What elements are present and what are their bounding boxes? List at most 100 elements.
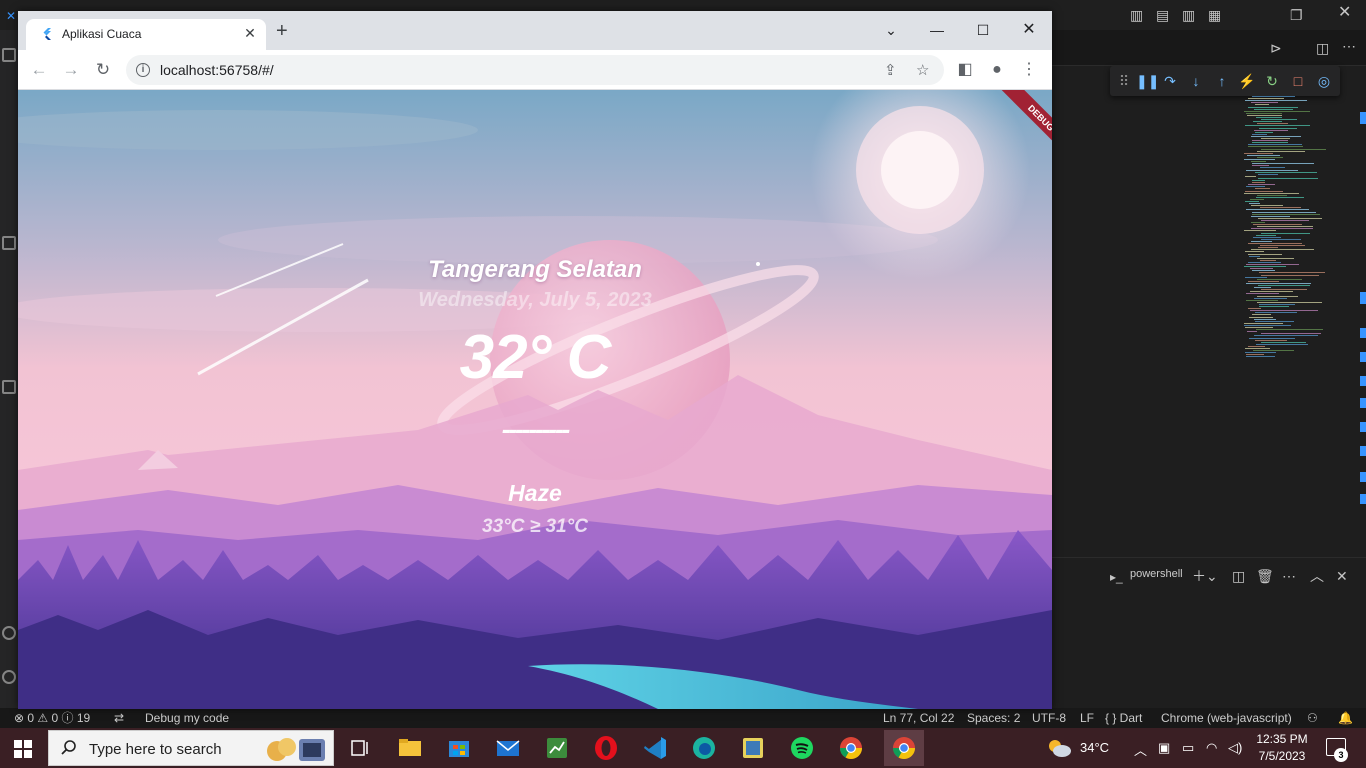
profile-icon[interactable]: ● <box>986 59 1008 81</box>
toggle-panel-icon[interactable]: ▤ <box>1156 7 1169 23</box>
mail-icon[interactable] <box>492 732 524 764</box>
taskview-icon[interactable] <box>344 732 376 764</box>
close-tab-icon[interactable]: ✕ <box>242 25 258 42</box>
chrome-icon[interactable] <box>884 730 924 766</box>
remote-explorer-icon[interactable] <box>2 380 16 394</box>
device-selector[interactable]: Chrome (web-javascript) <box>1161 711 1292 725</box>
meet-icon[interactable]: ▣ <box>1158 740 1170 756</box>
minimize-icon[interactable]: — <box>914 17 960 43</box>
language-mode[interactable]: { } Dart <box>1105 711 1142 725</box>
restart-icon[interactable]: ↻ <box>1264 73 1280 89</box>
restore-icon[interactable]: ❐ <box>1290 7 1303 23</box>
store-icon[interactable] <box>443 732 475 764</box>
url-text[interactable]: localhost:56758/#/ <box>160 62 274 78</box>
windows-start-icon[interactable] <box>14 740 32 758</box>
notification-count: 3 <box>1334 748 1348 762</box>
explorer-icon[interactable] <box>2 48 16 62</box>
toggle-secondary-sidebar-icon[interactable]: ▥ <box>1182 7 1195 23</box>
maximize-panel-icon[interactable]: ︿ <box>1310 568 1324 584</box>
minimap-line <box>1251 102 1278 104</box>
cursor-position[interactable]: Ln 77, Col 22 <box>883 711 954 725</box>
close-window-icon[interactable]: ✕ <box>1006 17 1052 43</box>
indentation[interactable]: Spaces: 2 <box>967 711 1020 725</box>
vscode-icon[interactable] <box>639 732 671 764</box>
terminal-tab-label[interactable]: powershell <box>1130 568 1183 580</box>
app-icon[interactable] <box>541 732 573 764</box>
minimap-line <box>1246 169 1298 171</box>
toggle-sidebar-icon[interactable]: ▥ <box>1130 7 1143 23</box>
minimap-line <box>1261 232 1310 234</box>
new-tab-button[interactable]: + <box>276 21 288 41</box>
step-over-icon[interactable]: ↷ <box>1162 73 1178 89</box>
opera-icon[interactable] <box>590 732 622 764</box>
sidepanel-icon[interactable]: ◧ <box>954 59 976 81</box>
spotify-icon[interactable] <box>786 732 818 764</box>
minimap-line <box>1261 219 1309 221</box>
tray-temperature[interactable]: 34°C <box>1080 740 1109 755</box>
back-icon[interactable]: ← <box>28 59 50 81</box>
app-icon[interactable] <box>737 732 769 764</box>
minimap-line <box>1256 117 1282 118</box>
accounts-icon[interactable]: ⚇ <box>1307 711 1318 725</box>
problems-indicator[interactable]: ⊗ 0 ⚠ 0 ⓘ 19 <box>14 711 90 725</box>
minimap-line <box>1251 215 1290 217</box>
maximize-icon[interactable]: ☐ <box>960 17 1006 43</box>
hot-reload-icon[interactable]: ⚡ <box>1238 73 1255 89</box>
close-icon[interactable]: ✕ <box>1338 5 1351 21</box>
wifi-icon[interactable]: ◠ <box>1206 740 1217 756</box>
customize-layout-icon[interactable]: ▦ <box>1208 7 1221 23</box>
step-out-icon[interactable]: ↑ <box>1214 73 1230 89</box>
minimap-line <box>1254 287 1271 289</box>
weather-condition: Haze <box>508 480 562 506</box>
file-explorer-icon[interactable] <box>394 732 426 764</box>
browser-tab[interactable]: Aplikasi Cuaca ✕ <box>26 19 266 50</box>
extensions-icon[interactable] <box>2 236 16 250</box>
eol[interactable]: LF <box>1080 711 1094 725</box>
clock[interactable]: 12:35 PM 7/5/2023 <box>1252 731 1312 765</box>
split-editor-icon[interactable]: ◫ <box>1316 40 1329 56</box>
minimap-line <box>1246 293 1279 295</box>
star-icon[interactable]: ☆ <box>916 61 929 79</box>
stop-icon[interactable]: □ <box>1290 73 1306 89</box>
kill-terminal-icon[interactable]: 🗑 <box>1256 568 1274 584</box>
notifications-bell-icon[interactable]: 🔔 <box>1338 711 1353 725</box>
share-icon[interactable]: ⇪ <box>884 61 897 79</box>
devtools-icon[interactable]: ◎ <box>1316 73 1332 89</box>
forward-icon[interactable]: → <box>60 59 82 81</box>
split-terminal-icon[interactable]: ◫ <box>1232 568 1245 584</box>
address-bar[interactable]: i localhost:56758/#/ ⇪ ☆ <box>126 55 944 85</box>
info-icon[interactable]: i <box>136 63 150 77</box>
terminal-more-icon[interactable]: ⋯ <box>1282 568 1296 584</box>
encoding[interactable]: UTF-8 <box>1032 711 1066 725</box>
chevron-up-icon[interactable]: ︿ <box>1134 740 1147 759</box>
kebab-icon[interactable]: ⋮ <box>1018 59 1040 81</box>
minimap-line <box>1257 301 1322 303</box>
minimap-line <box>1245 348 1270 349</box>
minimap-line <box>1248 253 1282 255</box>
drag-handle-icon[interactable]: ⠿ <box>1116 73 1132 89</box>
edge-icon[interactable] <box>688 732 720 764</box>
minimap-line <box>1255 320 1294 322</box>
account-icon[interactable] <box>2 626 16 640</box>
battery-icon[interactable]: ▭ <box>1182 740 1194 756</box>
minimap[interactable] <box>1236 96 1354 366</box>
vscode-logo-icon: ✕ <box>6 9 17 23</box>
debug-target[interactable]: Debug my code <box>145 711 229 725</box>
manage-icon[interactable] <box>2 670 16 684</box>
reload-icon[interactable]: ↻ <box>92 59 114 81</box>
minimap-line <box>1247 154 1280 156</box>
close-panel-icon[interactable]: ✕ <box>1336 568 1348 584</box>
minimap-line <box>1246 209 1309 211</box>
chrome-icon[interactable] <box>835 732 867 764</box>
step-into-icon[interactable]: ↓ <box>1188 73 1204 89</box>
weather-tray-icon[interactable] <box>1046 738 1072 758</box>
volume-icon[interactable]: ◁) <box>1228 740 1242 756</box>
minimap-line <box>1252 314 1271 316</box>
new-terminal-icon[interactable]: ＋⌄ <box>1192 568 1218 584</box>
more-actions-icon[interactable]: ⋯ <box>1342 38 1356 54</box>
pause-icon[interactable]: ❚❚ <box>1136 73 1159 89</box>
taskbar-search[interactable]: Type here to search <box>48 730 334 766</box>
run-icon[interactable]: ⊳ <box>1270 40 1282 56</box>
tab-search-icon[interactable]: ⌄ <box>868 17 914 43</box>
clock-time: 12:35 PM <box>1256 732 1308 746</box>
